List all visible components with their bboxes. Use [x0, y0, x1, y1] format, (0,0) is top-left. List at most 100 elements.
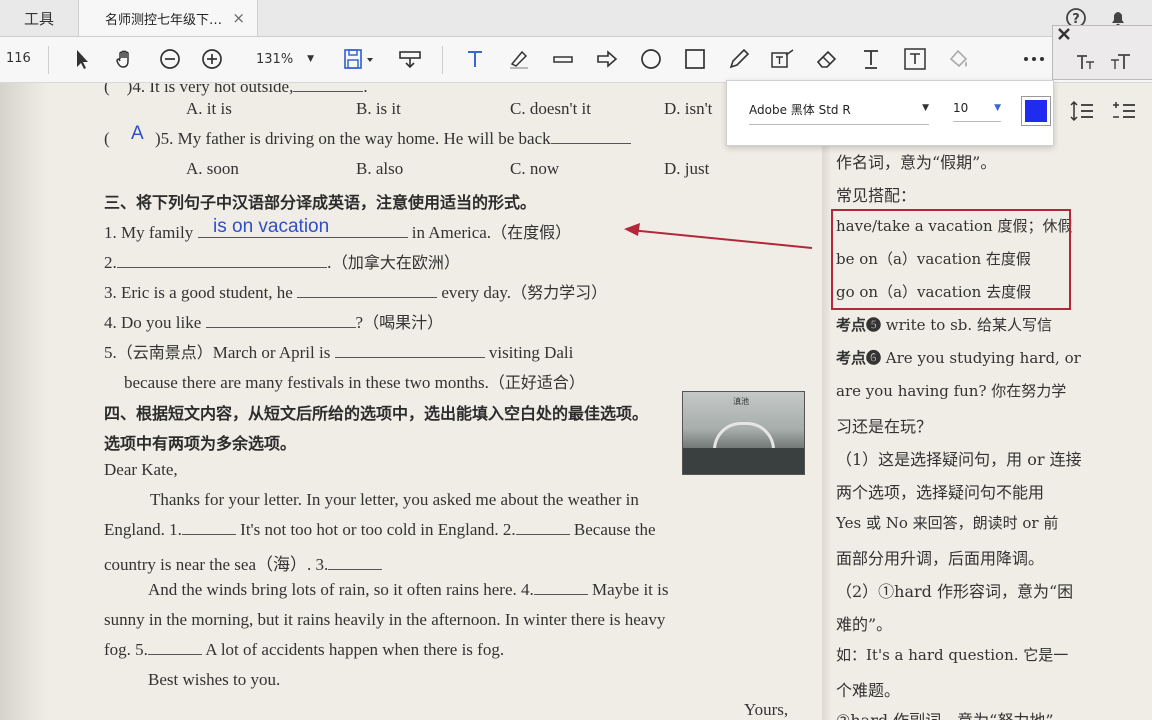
q5-option-a: A. soon [186, 159, 239, 178]
note-line-13: 面部分用升调，后面用降调。 [836, 549, 1045, 568]
text-size-panel [1052, 25, 1152, 80]
note-line-12: Yes 或 No 来回答，朗读时 or 前 [836, 514, 1059, 532]
note-line-1: 作名词，意为“假期”。 [836, 153, 997, 172]
q4-option-c: C. doesn't it [510, 99, 591, 118]
note-line-16: 如：It's a hard question. 它是一 [836, 646, 1069, 664]
sentence-5-line-2: because there are many festivals in thes… [124, 373, 585, 392]
section-3-title: 三、将下列句子中汉语部分译成英语，注意使用适当的形式。 [104, 193, 537, 212]
zoom-out-icon[interactable] [158, 47, 182, 71]
fill-icon[interactable] [946, 47, 972, 71]
highlight-icon[interactable] [506, 47, 532, 71]
note-line-10: （1）这是选择疑问句，用 or 连接 [836, 450, 1082, 469]
note-line-9: 习还是在玩？ [836, 417, 933, 436]
text-cursor-icon[interactable] [858, 47, 884, 71]
letter-line-3: country is near the sea（海）. 3. [104, 550, 383, 575]
close-icon[interactable] [1056, 26, 1072, 46]
q4-option-d: D. isn't [664, 99, 713, 118]
page-gutter [822, 83, 830, 720]
zoom-select[interactable]: 131% ▼ [248, 45, 320, 73]
text-properties-panel: Adobe 黑体 Std R ▼ 10 ▼ [726, 80, 1135, 146]
font-family-select[interactable]: Adobe 黑体 Std R ▼ [749, 101, 929, 125]
text-field-icon[interactable] [902, 47, 928, 71]
sentence-1-handwritten-answer[interactable]: is on vacation [213, 216, 329, 238]
arrow-icon[interactable] [594, 47, 620, 71]
bridge-arch [713, 422, 775, 451]
rect-icon[interactable] [682, 47, 708, 71]
q4-line: ( )4. It is very hot outside,. [104, 83, 368, 97]
note-point-5: 考点❺ write to sb. 给某人写信 [836, 316, 1052, 334]
red-rectangle-annotation[interactable] [831, 209, 1071, 310]
sentence-3: 3. Eric is a good student, he every day.… [104, 283, 608, 302]
photo-caption: 滇池 [733, 397, 749, 406]
note-line-11: 两个选项，选择疑问句不能用 [836, 483, 1045, 502]
letter-line-1: Thanks for your letter. In your letter, … [150, 490, 639, 509]
letter-greeting: Dear Kate, [104, 460, 178, 479]
zoom-in-icon[interactable] [200, 47, 224, 71]
chevron-down-icon: ▼ [922, 103, 929, 113]
font-size-select[interactable]: 10 ▼ [953, 101, 1001, 122]
q4-option-b: B. is it [356, 99, 401, 118]
q5-option-b: B. also [356, 159, 404, 178]
chevron-down-icon: ▼ [994, 103, 1001, 113]
stamp-icon[interactable] [396, 47, 424, 71]
tab-document[interactable]: 名师测控七年级下… × [78, 0, 258, 36]
document-page: ( )4. It is very hot outside,. A. it is … [0, 83, 1152, 720]
tab-close-icon[interactable]: × [232, 9, 245, 27]
q5-handwritten-answer: A [131, 123, 144, 144]
page-number-field[interactable]: 116 [6, 51, 31, 66]
font-size-value: 10 [953, 101, 969, 115]
note-line-2: 常见搭配： [836, 186, 917, 205]
strike-icon[interactable] [550, 47, 576, 71]
eraser-icon[interactable] [814, 47, 840, 71]
zoom-value: 131% [256, 51, 294, 67]
line-spacing-icon[interactable] [1069, 99, 1095, 127]
q5-option-d: D. just [664, 159, 710, 178]
note-point-6: 考点❻ Are you studying hard, or [836, 349, 1081, 367]
q5-paren: ( [104, 129, 110, 148]
letter-sign: Yours, [744, 700, 789, 719]
color-fill [1025, 100, 1047, 122]
text-box-icon[interactable] [770, 47, 796, 71]
pencil-icon[interactable] [726, 47, 752, 71]
q5-stem: )5. My father is driving on the way home… [155, 129, 631, 149]
q5-option-c: C. now [510, 159, 560, 178]
section-4-title: 四、根据短文内容，从短文后所给的选项中，选出能填入空白处的最佳选项。 [104, 404, 649, 423]
letter-line-4: And the winds bring lots of rain, so it … [148, 580, 669, 599]
tab-document-title: 名师测控七年级下… [105, 12, 223, 28]
text-tool-icon[interactable] [462, 47, 488, 71]
q4-option-a: A. it is [186, 99, 232, 118]
toolbar-divider [442, 46, 443, 74]
letter-closing: Best wishes to you. [148, 670, 281, 689]
text-larger-icon[interactable] [1109, 52, 1131, 76]
sentence-2: 2. .（加拿大在欧洲） [104, 253, 460, 272]
sentence-5: 5.（云南景点）March or April is visiting Dali [104, 343, 574, 362]
more-icon[interactable] [1020, 47, 1048, 71]
font-family-value: Adobe 黑体 Std R [749, 103, 851, 117]
text-color-swatch[interactable] [1021, 96, 1051, 126]
text-smaller-icon[interactable] [1075, 52, 1097, 76]
tab-bar: 工具 名师测控七年级下… × ? [0, 0, 1152, 37]
lake-water [683, 448, 804, 474]
list-icon[interactable] [1111, 99, 1137, 127]
tab-tools[interactable]: 工具 [0, 0, 78, 36]
section-4-title-2: 选项中有两项为多余选项。 [104, 434, 297, 453]
letter-line-5: sunny in the morning, but it rains heavi… [104, 610, 666, 629]
letter-line-6: fog. 5. A lot of accidents happen when t… [104, 640, 505, 659]
sentence-1: 1. My family in America.（在度假） [104, 223, 572, 242]
note-line-15: 难的”。 [836, 615, 893, 634]
toolbar-divider [48, 46, 49, 74]
note-line-18: ②hard 作副词，意为“努力地” [836, 707, 1054, 720]
note-line-14: （2）①hard 作形容词，意为“困 [836, 582, 1074, 601]
circle-icon[interactable] [638, 47, 664, 71]
save-icon[interactable] [342, 47, 376, 71]
toolbar: 116 131% ▼ [0, 37, 1152, 83]
dianchi-photo: 滇池 [682, 391, 805, 475]
page-edge-shadow [0, 83, 46, 720]
letter-line-2: England. 1. It's not too hot or too cold… [104, 520, 656, 539]
chevron-down-icon: ▼ [307, 54, 315, 64]
note-line-8: are you having fun? 你在努力学 [836, 382, 1067, 400]
hand-icon[interactable] [112, 47, 138, 71]
select-arrow-icon[interactable] [70, 47, 94, 71]
sentence-4: 4. Do you like ?（喝果汁） [104, 313, 444, 332]
note-line-17: 个难题。 [836, 681, 901, 700]
